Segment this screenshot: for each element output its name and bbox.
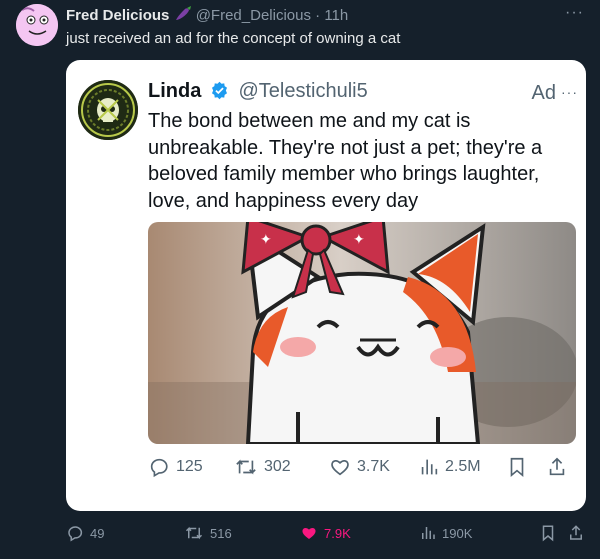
reply-button[interactable]: 125 [148, 456, 203, 478]
reply-icon [150, 458, 168, 478]
bookmark-button[interactable] [507, 456, 533, 478]
quoted-post-header: Linda @Telestichuli5 [148, 80, 368, 106]
time-separator: · [315, 7, 321, 24]
verified-badge-icon [210, 81, 229, 106]
reply-count: 125 [176, 458, 203, 475]
share-icon [549, 457, 565, 476]
quoted-post-actions: 125 302 3.7K 2.5M [148, 452, 578, 484]
views-count: 2.5M [445, 458, 481, 475]
svg-text:✦: ✦ [353, 232, 365, 248]
outer-post-header: Fred Delicious @Fred_Delicious · 11h [66, 6, 588, 24]
quoted-author-handle[interactable]: @Telestichuli5 [238, 80, 367, 102]
bookmark-icon [542, 525, 554, 542]
like-count: 3.7K [357, 458, 390, 475]
outer-author-handle[interactable]: @Fred_Delicious [196, 7, 311, 24]
outer-reply-count: 49 [90, 525, 105, 541]
quoted-more-icon[interactable]: ··· [561, 84, 578, 100]
svg-text:✦: ✦ [260, 232, 272, 248]
ad-label: Ad [531, 82, 556, 104]
views-chart-icon [421, 459, 438, 475]
outer-post-text: just received an ad for the concept of o… [66, 30, 401, 47]
outer-like-count: 7.9K [324, 525, 351, 541]
outer-author-avatar[interactable] [16, 4, 58, 46]
outer-repost-count: 516 [210, 525, 232, 541]
outer-post-time[interactable]: 11h [324, 7, 348, 24]
quoted-post-text: The bond between me and my cat is unbrea… [148, 110, 543, 212]
outer-views-button[interactable]: 190K [420, 524, 472, 542]
outer-more-icon[interactable]: ··· [565, 4, 584, 22]
bookmark-icon [510, 457, 524, 478]
outer-share-button[interactable] [568, 524, 590, 542]
reply-icon [68, 526, 83, 542]
share-button[interactable] [547, 456, 573, 478]
like-button[interactable]: 3.7K [329, 456, 390, 478]
eggplant-icon [174, 6, 196, 24]
views-button[interactable]: 2.5M [419, 456, 481, 478]
linda-avatar[interactable] [78, 80, 138, 140]
repost-icon [185, 526, 203, 540]
heart-filled-icon [302, 527, 316, 539]
cat-illustration-image[interactable]: ✦ ✦ [148, 222, 576, 444]
views-chart-icon [422, 527, 435, 539]
outer-post-actions: 49 516 7.9K 190K [66, 524, 586, 548]
share-icon [570, 525, 582, 540]
skull-emblem-icon [78, 80, 138, 140]
heart-icon [331, 460, 349, 476]
quoted-author-name[interactable]: Linda [148, 80, 201, 102]
outer-repost-button[interactable]: 516 [184, 524, 232, 542]
repost-button[interactable]: 302 [234, 456, 291, 478]
outer-author-name[interactable]: Fred Delicious [66, 7, 169, 24]
outer-reply-button[interactable]: 49 [66, 524, 104, 542]
outer-bookmark-button[interactable] [540, 524, 562, 542]
outer-views-count: 190K [442, 525, 473, 541]
repost-count: 302 [264, 458, 291, 475]
avatar-face-icon [16, 4, 58, 46]
outer-like-button[interactable]: 7.9K [300, 524, 351, 542]
quoted-ad-card[interactable]: Linda @Telestichuli5 Ad ··· The bond bet… [66, 60, 586, 511]
repost-icon [236, 459, 256, 475]
